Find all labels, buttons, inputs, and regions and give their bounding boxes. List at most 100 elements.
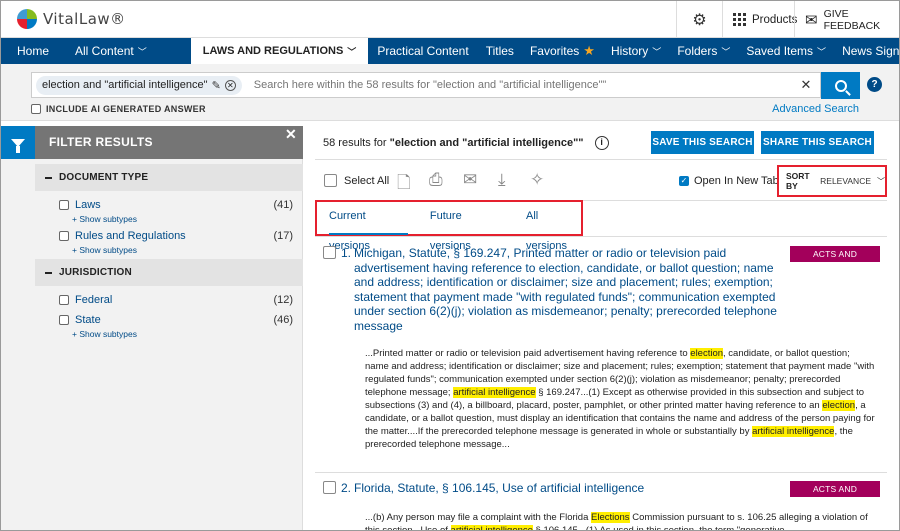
result-snippet: ...(b) Any person may file a complaint w…: [365, 511, 875, 530]
section-header[interactable]: DOCUMENT TYPE: [35, 164, 303, 191]
sort-by-label: SORT BY: [786, 171, 810, 191]
results-toolbar: Select All 🗋 ⎙ ✉ ⤓ ✧ ✓ Open In New Tab S…: [315, 159, 887, 201]
filter-title: FILTER RESULTS ✕: [35, 126, 303, 159]
nav-all-content[interactable]: All Content ﹀: [65, 38, 191, 64]
products-label: Products: [752, 13, 798, 26]
result-checkbox[interactable]: [323, 246, 336, 259]
nav-folders[interactable]: Folders ﹀: [669, 38, 738, 64]
tab-all-versions[interactable]: All versions: [526, 201, 581, 252]
remove-chip-icon[interactable]: ✕: [224, 79, 236, 91]
search-icon: [834, 79, 847, 92]
open-new-tab-label: Open In New Tab: [694, 175, 779, 187]
chevron-down-icon: ﹀: [877, 176, 885, 186]
top-bar: VitalLaw® ⚙ Products ✉ GIVE FEEDBACK: [1, 1, 899, 38]
print-icon[interactable]: ⎙: [429, 170, 443, 190]
select-all-label: Select All: [344, 174, 390, 187]
products-button[interactable]: Products: [722, 1, 798, 38]
brand-name: VitalLaw®: [43, 10, 126, 28]
funnel-icon: [11, 138, 25, 153]
chevron-down-icon: ﹀: [721, 46, 731, 57]
highlighted-term: Elections: [591, 512, 630, 523]
brand-logo[interactable]: VitalLaw®: [17, 9, 126, 29]
result-title-link[interactable]: Florida, Statute, § 106.145, Use of arti…: [354, 481, 780, 496]
nav-news-label: News Sign-up: [842, 44, 900, 58]
result-number: 2.: [341, 481, 352, 495]
filter-toggle-button[interactable]: [1, 126, 35, 159]
app-window: VitalLaw® ⚙ Products ✉ GIVE FEEDBACK Hom…: [0, 0, 900, 531]
help-icon[interactable]: ?: [867, 77, 882, 92]
nav-news-signup[interactable]: News Sign-up﹀: [834, 38, 900, 64]
download-icon[interactable]: ⤓: [498, 170, 506, 190]
add-to-folder-icon[interactable]: 🗋: [397, 170, 411, 199]
result-title-link[interactable]: Michigan, Statute, § 169.247, Printed ma…: [354, 246, 780, 334]
feedback-button[interactable]: ✉ GIVE FEEDBACK: [794, 1, 899, 38]
filter-item-count: (46): [273, 314, 293, 326]
filter-item-state[interactable]: State (46): [35, 312, 303, 328]
nav-history[interactable]: History ﹀: [603, 38, 669, 64]
pencil-icon[interactable]: ✎: [212, 79, 221, 92]
nav-laws-regulations[interactable]: LAWS AND REGULATIONS ﹀: [190, 38, 369, 64]
ai-answer-label: INCLUDE AI GENERATED ANSWER: [46, 104, 206, 114]
filter-item-label: Federal: [75, 294, 113, 306]
sort-by-dropdown[interactable]: SORT BY RELEVANCE ﹀: [777, 165, 887, 197]
show-subtypes-link[interactable]: + Show subtypes: [35, 213, 303, 228]
section-title: JURISDICTION: [59, 267, 132, 278]
settings-button[interactable]: ⚙: [676, 1, 722, 38]
envelope-icon: ✉: [805, 11, 818, 29]
save-search-button[interactable]: SAVE THIS SEARCH: [651, 131, 754, 154]
clear-search-icon[interactable]: ✕: [796, 77, 816, 93]
filter-section-document-type: DOCUMENT TYPE Laws (41) + Show subtypes …: [35, 164, 303, 259]
select-all-checkbox[interactable]: Select All: [324, 174, 389, 187]
nav-home[interactable]: Home: [1, 38, 65, 64]
filter-item-laws[interactable]: Laws (41): [35, 197, 303, 213]
query-chip[interactable]: election and "artificial intelligence" ✎…: [36, 75, 242, 95]
email-icon[interactable]: ✉: [463, 170, 477, 190]
checkbox-icon: [59, 315, 69, 325]
nav-favorites[interactable]: Favorites ★: [522, 38, 603, 64]
result-type-badge: ACTS AND STATUTES: [790, 481, 880, 510]
logo-icon: [17, 9, 37, 29]
search-box: election and "artificial intelligence" ✎…: [31, 72, 821, 98]
nav-titles[interactable]: Titles: [478, 38, 522, 64]
section-header[interactable]: JURISDICTION: [35, 259, 303, 286]
snippet-text: ...(b) Any person may file a complaint w…: [365, 512, 591, 523]
version-tabs: Current versions Future versions All ver…: [315, 200, 583, 252]
filter-item-federal[interactable]: Federal (12): [35, 292, 303, 308]
search-within-input[interactable]: [241, 79, 796, 91]
result-checkbox[interactable]: [323, 481, 336, 494]
checkbox-icon: [324, 174, 337, 187]
highlighted-term: artificial intelligence: [450, 525, 533, 530]
collapse-icon: [45, 271, 52, 274]
close-icon[interactable]: ✕: [285, 127, 297, 141]
nav-saved-items[interactable]: Saved Items ﹀: [738, 38, 834, 64]
filter-item-rules-regulations[interactable]: Rules and Regulations (17): [35, 228, 303, 244]
info-icon[interactable]: i: [594, 136, 609, 150]
highlighted-term: artificial intelligence: [752, 426, 835, 437]
filter-panel: FILTER RESULTS ✕ DOCUMENT TYPE Laws (41)…: [1, 126, 303, 530]
highlighted-term: election: [822, 400, 856, 411]
filter-item-count: (12): [273, 294, 293, 306]
filter-item-label: Rules and Regulations: [75, 230, 186, 242]
show-subtypes-link[interactable]: + Show subtypes: [35, 244, 303, 259]
show-subtypes-link[interactable]: + Show subtypes: [35, 328, 303, 343]
section-title: DOCUMENT TYPE: [59, 172, 149, 183]
ai-answer-checkbox[interactable]: INCLUDE AI GENERATED ANSWER: [31, 104, 206, 114]
filter-title-text: FILTER RESULTS: [49, 135, 153, 149]
checkbox-icon: [31, 104, 41, 114]
tab-current-versions[interactable]: Current versions: [329, 201, 408, 252]
result-type-badge: ACTS AND STATUTES: [790, 246, 880, 275]
checkbox-icon: [59, 231, 69, 241]
ai-sparkle-icon[interactable]: ✧: [530, 170, 544, 190]
share-search-button[interactable]: SHARE THIS SEARCH: [761, 131, 874, 154]
filter-item-count: (41): [273, 199, 293, 211]
checkbox-checked-icon: ✓: [679, 176, 689, 186]
search-button[interactable]: [821, 72, 860, 99]
feedback-label: GIVE FEEDBACK: [823, 7, 881, 32]
nav-practical-content[interactable]: Practical Content: [368, 38, 477, 64]
tab-future-versions[interactable]: Future versions: [430, 201, 504, 252]
open-new-tab-checkbox[interactable]: ✓ Open In New Tab: [679, 175, 779, 187]
chevron-down-icon: ﹀: [817, 46, 827, 57]
highlighted-term: election: [690, 348, 724, 359]
advanced-search-link[interactable]: Advanced Search: [772, 103, 859, 115]
chevron-down-icon: ﹀: [347, 46, 357, 57]
